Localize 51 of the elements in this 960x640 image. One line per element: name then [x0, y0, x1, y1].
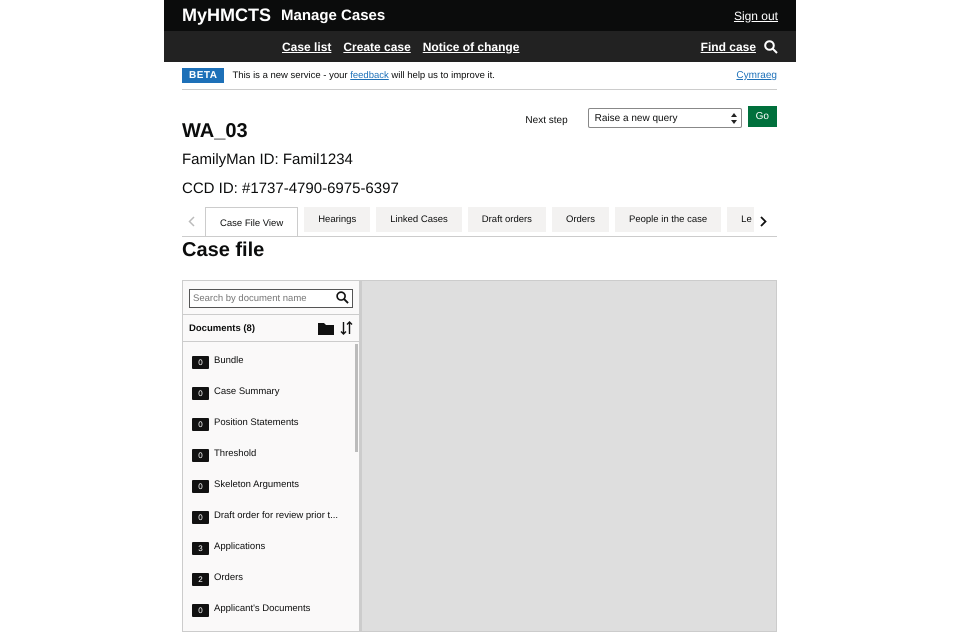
nav-link[interactable]: Notice of change	[422, 40, 520, 54]
search-icon[interactable]	[764, 40, 778, 54]
next-step-select[interactable]: Raise a new query	[588, 108, 742, 128]
folder-item[interactable]: 0 Draft order for review prior t...	[183, 500, 359, 531]
folder-count: 0	[192, 387, 209, 400]
folder-item[interactable]: 0 Bundle	[183, 345, 359, 376]
folder-item[interactable]: 0 Skeleton Arguments	[183, 469, 359, 500]
tab[interactable]: Hearings	[304, 207, 370, 232]
tab[interactable]: Draft orders	[468, 207, 546, 232]
folder-count: 0	[192, 449, 209, 462]
chevron-right-icon[interactable]	[760, 216, 767, 226]
familyman-id: FamilyMan ID: Famil1234	[182, 151, 354, 168]
folder-item[interactable]: 2 Orders	[183, 562, 359, 593]
find-case-link[interactable]: Find case	[700, 40, 756, 54]
beta-message: This is a new service - your feedback will help us to improve it.	[232, 70, 495, 81]
folder-item[interactable]: 0 Applicant's Documents	[183, 593, 359, 624]
search-icon[interactable]	[336, 291, 349, 304]
nav-link[interactable]: Create case	[343, 40, 411, 54]
tab[interactable]: Orders	[552, 207, 609, 232]
section-title: Case file	[182, 238, 266, 263]
tab[interactable]: Case File View	[205, 207, 298, 236]
nav-link[interactable]: Case list	[282, 40, 332, 54]
tab[interactable]: People in the case	[614, 207, 722, 232]
tab[interactable]: Le	[727, 207, 754, 232]
folder-count: 0	[192, 511, 209, 524]
folder-count: 0	[192, 604, 209, 617]
sign-out-link[interactable]: Sign out	[734, 8, 778, 22]
document-search-field[interactable]: Search by document name	[189, 289, 353, 308]
ccd-id: CCD ID: #1737-4790-6975-6397	[182, 180, 399, 197]
go-button[interactable]: Go	[748, 106, 777, 127]
folder-count: 0	[192, 480, 209, 493]
tab[interactable]: Linked Cases	[376, 207, 462, 232]
feedback-link[interactable]: feedback	[350, 70, 389, 81]
case-title: WA_03	[182, 120, 249, 143]
beta-tag: BETA	[182, 68, 224, 83]
documents-heading: Documents (8)	[189, 322, 255, 334]
sort-icon[interactable]	[340, 321, 353, 335]
folder-count: 3	[192, 542, 209, 555]
service-name: Manage Cases	[281, 7, 386, 24]
logo[interactable]: MyHMCTS	[182, 5, 271, 26]
folder-count: 0	[192, 356, 209, 369]
folder-icon[interactable]	[318, 322, 334, 334]
folder-count: 0	[192, 418, 209, 431]
folder-item[interactable]: 0 Case Summary	[183, 376, 359, 407]
folder-count: 2	[192, 573, 209, 586]
folder-item[interactable]: 0 Position Statements	[183, 407, 359, 438]
updown-icon	[730, 112, 737, 124]
next-step-label: Next step	[525, 115, 568, 126]
folder-item[interactable]: 3 Applications	[183, 531, 359, 562]
folder-item[interactable]: 0 Threshold	[183, 438, 359, 469]
language-link[interactable]: Cymraeg	[736, 70, 777, 81]
